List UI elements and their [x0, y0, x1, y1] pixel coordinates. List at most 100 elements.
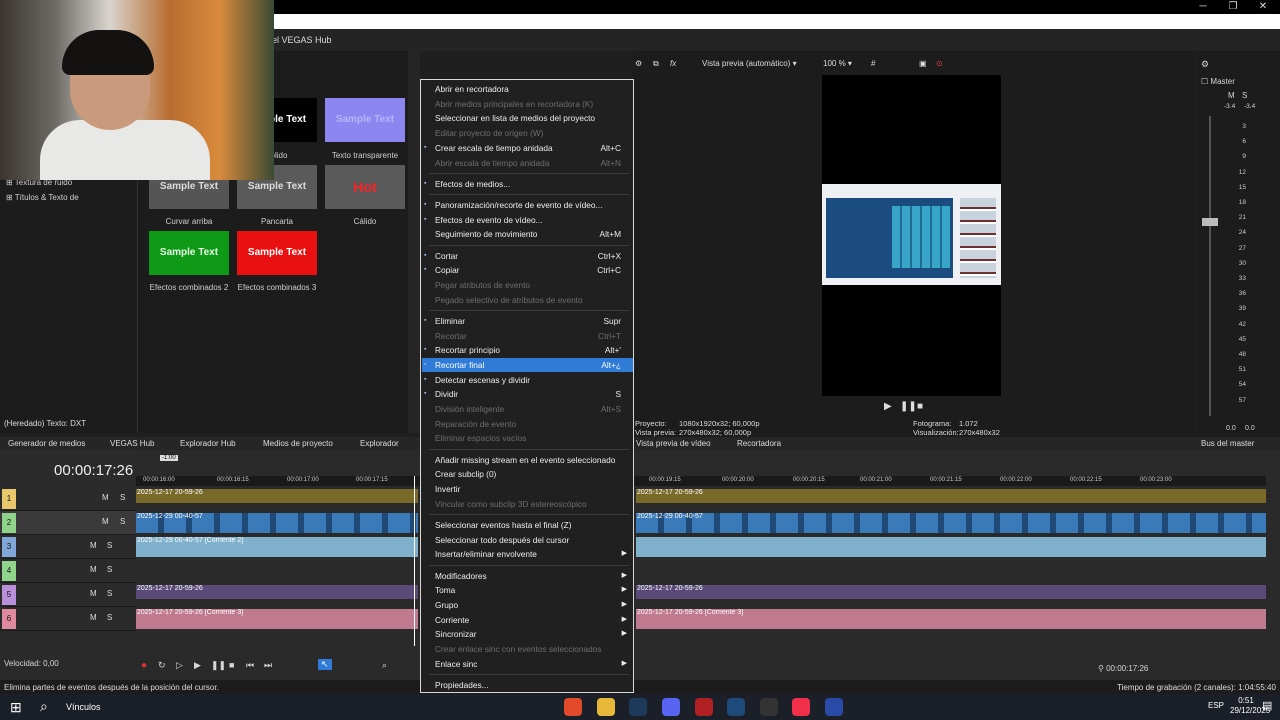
tree-item-titles[interactable]: ⊞ Títulos & Texto de: [6, 193, 79, 202]
taskbar-search-label[interactable]: Vínculos: [66, 702, 101, 712]
track-solo[interactable]: S: [107, 613, 112, 622]
track-header[interactable]: 3 M S: [0, 535, 136, 559]
close-button[interactable]: ✕: [1248, 0, 1278, 14]
timeline-event[interactable]: 2025-12-29 00-40-57: [136, 513, 418, 533]
menu-item-abrir-en-recortadora[interactable]: Abrir en recortadora: [422, 82, 633, 97]
stop-button[interactable]: ■: [229, 660, 234, 670]
loop-button[interactable]: ↻: [158, 660, 166, 671]
playhead[interactable]: [414, 476, 415, 646]
window-icon[interactable]: ⧉: [653, 59, 659, 69]
master-fader-track[interactable]: [1209, 116, 1211, 416]
preset-thumb-combined-3[interactable]: Sample Text: [237, 231, 317, 275]
obs-icon[interactable]: [760, 698, 778, 716]
preview-mode-dropdown[interactable]: Vista previa (automático) ▾: [702, 59, 797, 68]
record-icon[interactable]: ⊙: [936, 59, 943, 68]
menu-item-insertar-eliminar-envolvente[interactable]: Insertar/eliminar envolvente ▶: [422, 547, 633, 562]
menu-item-propiedades[interactable]: Propiedades...: [422, 678, 633, 693]
menu-item-sincronizar[interactable]: Sincronizar ▶: [422, 627, 633, 642]
preset-thumb-hot[interactable]: Hot: [325, 165, 405, 209]
zoom-dropdown[interactable]: 100 % ▾: [823, 59, 852, 68]
app-icon[interactable]: [695, 698, 713, 716]
discord-icon[interactable]: [662, 698, 680, 716]
tab-project-media[interactable]: Medios de proyecto: [263, 439, 333, 448]
minimize-button[interactable]: ─: [1188, 0, 1218, 14]
track-solo[interactable]: S: [107, 541, 112, 550]
grid-icon[interactable]: #: [871, 59, 875, 68]
timeline-event[interactable]: [636, 537, 1266, 557]
track-solo[interactable]: S: [120, 517, 125, 526]
pause-button[interactable]: ❚❚: [900, 401, 917, 412]
clock-time[interactable]: 0:51: [1234, 696, 1258, 705]
windows-start-icon[interactable]: ⊞: [10, 699, 22, 716]
menu-item-enlace-sinc[interactable]: Enlace sinc ▶: [422, 657, 633, 672]
track-mute[interactable]: M: [90, 589, 97, 598]
timeline-event[interactable]: 2025-12-17 20-59-26 [Corriente 3]: [136, 609, 418, 629]
maximize-button[interactable]: ❐: [1218, 0, 1248, 14]
fx-icon[interactable]: fx: [670, 59, 676, 68]
menu-item-corriente[interactable]: Corriente ▶: [422, 613, 633, 628]
timeline-event[interactable]: 2025-12-17 20-59-26: [136, 489, 418, 503]
track-header[interactable]: 1 M S: [0, 487, 136, 511]
tab-trimmer[interactable]: Recortadora: [737, 439, 781, 448]
normal-edit-tool[interactable]: ↖: [318, 659, 332, 670]
zoom-icon[interactable]: ⌕: [382, 660, 387, 671]
tab-hub-explorer[interactable]: Explorador Hub: [180, 439, 236, 448]
play-from-start-button[interactable]: ▷: [176, 660, 183, 671]
track-mute[interactable]: M: [102, 493, 109, 502]
track-mute[interactable]: M: [90, 613, 97, 622]
gear-icon[interactable]: ⚙: [1201, 59, 1209, 70]
menu-item-grupo[interactable]: Grupo ▶: [422, 598, 633, 613]
master-mute[interactable]: M: [1228, 91, 1235, 100]
tab-media-generator[interactable]: Generador de medios: [8, 439, 85, 448]
timeline-event[interactable]: 2025-12-17 20-59-26: [636, 489, 1266, 503]
notifications-icon[interactable]: ▤: [1262, 699, 1272, 712]
menu-item-efectos-de-medios[interactable]: ▪ Efectos de medios...: [422, 177, 633, 192]
master-fader-handle[interactable]: [1202, 218, 1218, 226]
menu-item-crear-escala-de-tiempo-anidada[interactable]: ▪ Crear escala de tiempo anidada Alt+C: [422, 141, 633, 156]
tab-vegas-hub[interactable]: VEGAS Hub: [110, 439, 154, 448]
menu-item-modificadores[interactable]: Modificadores ▶: [422, 569, 633, 584]
vegas-icon[interactable]: [825, 698, 843, 716]
track-solo[interactable]: S: [107, 589, 112, 598]
menu-item-efectos-de-evento-de-video[interactable]: ▪ Efectos de evento de vídeo...: [422, 213, 633, 228]
tab-explorer[interactable]: Explorador: [360, 439, 399, 448]
file-explorer-icon[interactable]: [597, 698, 615, 716]
track-mute[interactable]: M: [90, 565, 97, 574]
tab-video-preview[interactable]: Vista previa de vídeo: [636, 439, 711, 448]
preset-thumb-transparent[interactable]: Sample Text: [325, 98, 405, 142]
chrome-icon[interactable]: [564, 698, 582, 716]
steam-icon[interactable]: [629, 698, 647, 716]
menu-item-seguimiento-de-movimiento[interactable]: Seguimiento de movimiento Alt+M: [422, 227, 633, 242]
timeline-event[interactable]: 2025-12-17 20-59-26 [Corriente 3]: [636, 609, 1266, 629]
menu-item-copiar[interactable]: ▪ Copiar Ctrl+C: [422, 263, 633, 278]
record-button[interactable]: ●: [141, 660, 147, 671]
go-end-button[interactable]: ⏭: [264, 660, 272, 671]
menu-item-recortar-final[interactable]: ▪ Recortar final Alt+¿: [422, 357, 633, 373]
menu-item-detectar-escenas-y-dividir[interactable]: ▪ Detectar escenas y dividir: [422, 373, 633, 388]
steam-icon[interactable]: [727, 698, 745, 716]
track-mute[interactable]: M: [102, 517, 109, 526]
timeline-event[interactable]: 2025-12-29 00-40-57 [Corriente 2]: [136, 537, 418, 557]
track-header[interactable]: 6 M S: [0, 607, 136, 631]
search-icon[interactable]: ⌕: [40, 698, 48, 715]
track-header[interactable]: 4 M S: [0, 559, 136, 583]
timeline-event[interactable]: 2025-12-17 20-59-26: [636, 585, 1266, 599]
pause-button[interactable]: ❚❚: [211, 660, 226, 671]
menu-item-crear-subclip-0[interactable]: Crear subclip (0): [422, 467, 633, 482]
menu-item-anadir-missing-stream-en-el-evento-seleccionado[interactable]: Añadir missing stream en el evento selec…: [422, 453, 633, 468]
menu-item-seleccionar-en-lista-de-medios-del-proyecto[interactable]: Seleccionar en lista de medios del proye…: [422, 111, 633, 126]
track-solo[interactable]: S: [120, 493, 125, 502]
stop-button[interactable]: ■: [917, 401, 923, 412]
preset-thumb-combined-2[interactable]: Sample Text: [149, 231, 229, 275]
menu-item-seleccionar-todo-despues-del-cursor[interactable]: Seleccionar todo después del cursor: [422, 533, 633, 548]
menu-item-cortar[interactable]: ▪ Cortar Ctrl+X: [422, 249, 633, 264]
play-button[interactable]: ▶: [884, 401, 892, 412]
track-solo[interactable]: S: [107, 565, 112, 574]
master-solo[interactable]: S: [1242, 91, 1247, 100]
track-header[interactable]: 5 M S: [0, 583, 136, 607]
snapshot-icon[interactable]: ▣: [919, 59, 927, 68]
gear-icon[interactable]: ⚙: [635, 59, 642, 68]
tab-master-bus[interactable]: Bus del master: [1201, 439, 1254, 448]
menu-item-dividir[interactable]: ▪ Dividir S: [422, 387, 633, 402]
menu-item-eliminar[interactable]: ▪ Eliminar Supr: [422, 314, 633, 329]
